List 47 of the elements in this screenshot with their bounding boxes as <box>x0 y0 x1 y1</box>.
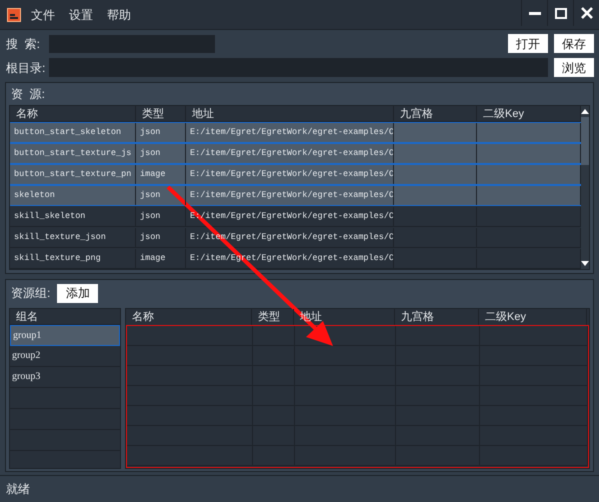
menu-item[interactable]: 文件 <box>30 6 56 24</box>
table-cell: image <box>136 165 186 184</box>
table-cell: image <box>136 249 186 268</box>
table-cell: button_start_texture_pn <box>10 165 136 184</box>
table-cell: skill_texture_png <box>10 249 136 268</box>
table-cell: json <box>136 207 186 226</box>
column-header[interactable]: 九宫格 <box>395 309 479 325</box>
column-header[interactable]: 地址 <box>186 106 394 121</box>
panel-title: 资 源: <box>11 86 46 102</box>
menu-item[interactable]: 设置 <box>68 6 94 24</box>
scrollbar[interactable] <box>581 106 589 269</box>
table-cell: skeleton <box>10 186 136 205</box>
search-field[interactable] <box>49 34 215 52</box>
field-label: 搜 索: <box>6 36 42 52</box>
table-cell: json <box>136 186 186 205</box>
close-icon <box>580 7 592 19</box>
table-cell: button_start_skeleton <box>10 123 136 142</box>
column-header[interactable]: 名称 <box>126 309 252 325</box>
status-text: 就绪 <box>6 481 30 498</box>
root-directory-field[interactable] <box>49 58 548 77</box>
browse-button[interactable]: 浏览 <box>554 58 594 77</box>
table-cell: json <box>136 228 186 247</box>
table-cell: skill_skeleton <box>10 207 136 226</box>
table-cell: skill_texture_json <box>10 228 136 247</box>
column-header[interactable]: 二级Key <box>479 309 587 325</box>
toolbar-button[interactable]: 保存 <box>554 34 594 53</box>
scrollbar-thumb[interactable] <box>581 117 589 165</box>
column-header[interactable]: 类型 <box>136 106 186 121</box>
table-cell: button_start_texture_js <box>10 144 136 163</box>
group-item[interactable]: group1 <box>10 325 120 346</box>
column-header[interactable]: 类型 <box>252 309 294 325</box>
group-item[interactable]: group2 <box>10 346 120 367</box>
panel-title: 资源组: <box>11 285 50 302</box>
app-logo-icon <box>7 8 21 22</box>
menu-item[interactable]: 帮助 <box>106 6 132 24</box>
scroll-down-icon <box>581 261 589 266</box>
table-cell: json <box>136 123 186 142</box>
minimize-icon <box>528 12 540 14</box>
table-cell: json <box>136 144 186 163</box>
column-header[interactable]: 名称 <box>10 106 136 121</box>
group-item[interactable]: group3 <box>10 367 120 388</box>
maximize-icon <box>554 8 566 18</box>
column-header[interactable]: 九宫格 <box>394 106 477 121</box>
scroll-up-icon <box>581 109 589 114</box>
add-button[interactable]: 添加 <box>57 284 98 302</box>
field-label: 根目录: <box>6 60 46 76</box>
toolbar-button[interactable]: 打开 <box>508 34 548 53</box>
